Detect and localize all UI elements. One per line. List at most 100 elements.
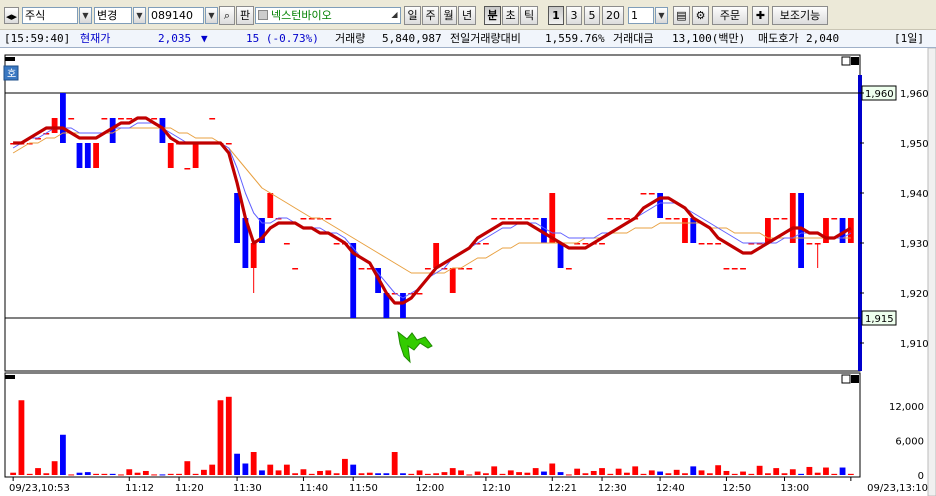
volume-bar xyxy=(391,452,398,475)
volume-tick-label: 0 xyxy=(918,471,924,482)
candle-body xyxy=(507,218,514,220)
candle-body xyxy=(358,268,365,270)
quote-info-bar: [15:59:40] 현재가 2,035 ▼ 15 (-0.73%) 거래량 5… xyxy=(0,30,936,48)
count-input[interactable]: 1 xyxy=(628,7,654,24)
stock-icon xyxy=(258,10,268,20)
candle-body xyxy=(532,218,539,220)
volume-bar xyxy=(201,469,207,475)
interval-5-button[interactable]: 5 xyxy=(584,6,600,25)
period-tab[interactable]: [1일] xyxy=(894,30,924,47)
volume-bar xyxy=(192,473,199,475)
trade-amount: 13,100(백만) xyxy=(672,32,746,45)
period-minute-button[interactable]: 분 xyxy=(484,6,501,25)
search-button[interactable]: ⌕ xyxy=(219,6,235,25)
candle-body xyxy=(565,268,572,270)
candle-body xyxy=(740,268,746,270)
order-button[interactable]: 주문 xyxy=(712,6,748,25)
mode-select[interactable]: 변경 xyxy=(94,7,132,24)
volume-bar xyxy=(134,472,141,475)
current-price: 2,035 xyxy=(158,32,192,45)
interval-5-label: 5 xyxy=(588,9,596,22)
interval-20-button[interactable]: 20 xyxy=(602,6,624,25)
chevron-down-icon[interactable]: ▼ xyxy=(133,7,146,24)
toolbar: ◂▸ 주식 ▼ 변경 ▼ 089140 ▼ ⌕ 판 넥스턴바이오 ◢ 일 주 월… xyxy=(0,0,936,30)
search-icon: ⌕ xyxy=(223,9,231,22)
candle-body xyxy=(184,168,191,170)
pan-button[interactable]: 판 xyxy=(236,6,254,25)
period-year-button[interactable]: 년 xyxy=(458,6,476,25)
time-label: 12:00 xyxy=(415,483,444,494)
stock-chart[interactable]: 호 1,960 1,915 1,960 1,950 1,940 1,930 1,920 1,9… xyxy=(0,48,936,496)
period-tick-button[interactable]: 틱 xyxy=(520,6,538,25)
period-week-button[interactable]: 주 xyxy=(422,6,439,25)
time-label: 12:10 xyxy=(482,483,511,494)
chevron-down-icon[interactable]: ▼ xyxy=(205,7,218,24)
volume-bar xyxy=(209,464,216,475)
save-button[interactable]: ▤ xyxy=(673,6,690,25)
code-input[interactable]: 089140 xyxy=(148,7,204,24)
interval-3-button[interactable]: 3 xyxy=(566,6,582,25)
aux-function-label: 보조기능 xyxy=(779,9,821,22)
price-tick-label: 1,950 xyxy=(900,139,929,150)
price-scrollbar[interactable] xyxy=(858,75,862,371)
candle-body xyxy=(773,218,780,220)
volume-bar xyxy=(308,473,315,475)
volume-bar xyxy=(781,473,788,475)
volume-bar xyxy=(483,473,489,475)
right-scroll-track[interactable] xyxy=(927,48,936,496)
market-select-value: 주식 xyxy=(25,9,46,22)
volume-bar xyxy=(68,474,75,476)
interval-3-label: 3 xyxy=(570,9,578,22)
volume-bar xyxy=(549,463,556,475)
chevron-down-icon[interactable]: ▼ xyxy=(655,7,668,24)
aux-function-button[interactable]: 보조기능 xyxy=(772,6,828,25)
volume-bar xyxy=(416,470,423,475)
time-label: 11:12 xyxy=(125,483,154,494)
volume-bar xyxy=(225,396,232,475)
candle-body xyxy=(267,193,274,218)
candle-body xyxy=(449,268,456,293)
candle-body xyxy=(424,268,431,270)
period-month-button[interactable]: 월 xyxy=(440,6,457,25)
time-label: 11:40 xyxy=(299,483,328,494)
chevron-down-icon[interactable]: ▼ xyxy=(79,7,92,24)
prev-volume-ratio-label: 전일거래량대비 xyxy=(450,32,521,45)
volume-bar xyxy=(657,471,663,475)
volume-bar xyxy=(400,473,406,475)
order-button-label: 주문 xyxy=(719,9,741,22)
settings-button[interactable]: ⚙ xyxy=(692,6,709,25)
volume-bar xyxy=(159,474,166,476)
ask-label: 매도호가 xyxy=(758,32,799,45)
volume-bar xyxy=(317,470,323,475)
spin-arrows-icon[interactable]: ◂▸ xyxy=(4,7,19,24)
candle-body xyxy=(118,118,124,120)
period-second-button[interactable]: 초 xyxy=(502,6,519,25)
volume-bar xyxy=(690,466,697,475)
volume-bar xyxy=(118,474,124,476)
period-month-label: 월 xyxy=(443,9,454,22)
volume-bar xyxy=(507,470,514,475)
candle-body xyxy=(665,218,672,220)
volume-bar xyxy=(333,473,340,475)
volume-bar xyxy=(217,400,224,475)
crosshair-button[interactable]: ✚ xyxy=(752,6,769,25)
interval-1-button[interactable]: 1 xyxy=(548,6,564,25)
candle-body xyxy=(831,218,838,220)
candle-body xyxy=(698,243,705,245)
volume-bar xyxy=(557,472,564,475)
volume-label: 거래량 xyxy=(335,32,366,45)
candle-body xyxy=(765,218,771,243)
volume-bar xyxy=(184,461,191,475)
volume-bar xyxy=(524,472,531,475)
volume-bar xyxy=(292,473,299,475)
volume-bar xyxy=(259,470,265,475)
period-minute-label: 분 xyxy=(487,9,498,22)
candle-body xyxy=(126,118,133,120)
period-day-button[interactable]: 일 xyxy=(404,6,421,25)
stock-name-field[interactable]: 넥스턴바이오 xyxy=(255,7,401,24)
volume-bar xyxy=(350,464,357,475)
market-select[interactable]: 주식 xyxy=(22,7,78,24)
candle-body xyxy=(151,118,158,120)
volume-bar xyxy=(325,470,332,475)
price-tick-label: 1,920 xyxy=(900,289,929,300)
